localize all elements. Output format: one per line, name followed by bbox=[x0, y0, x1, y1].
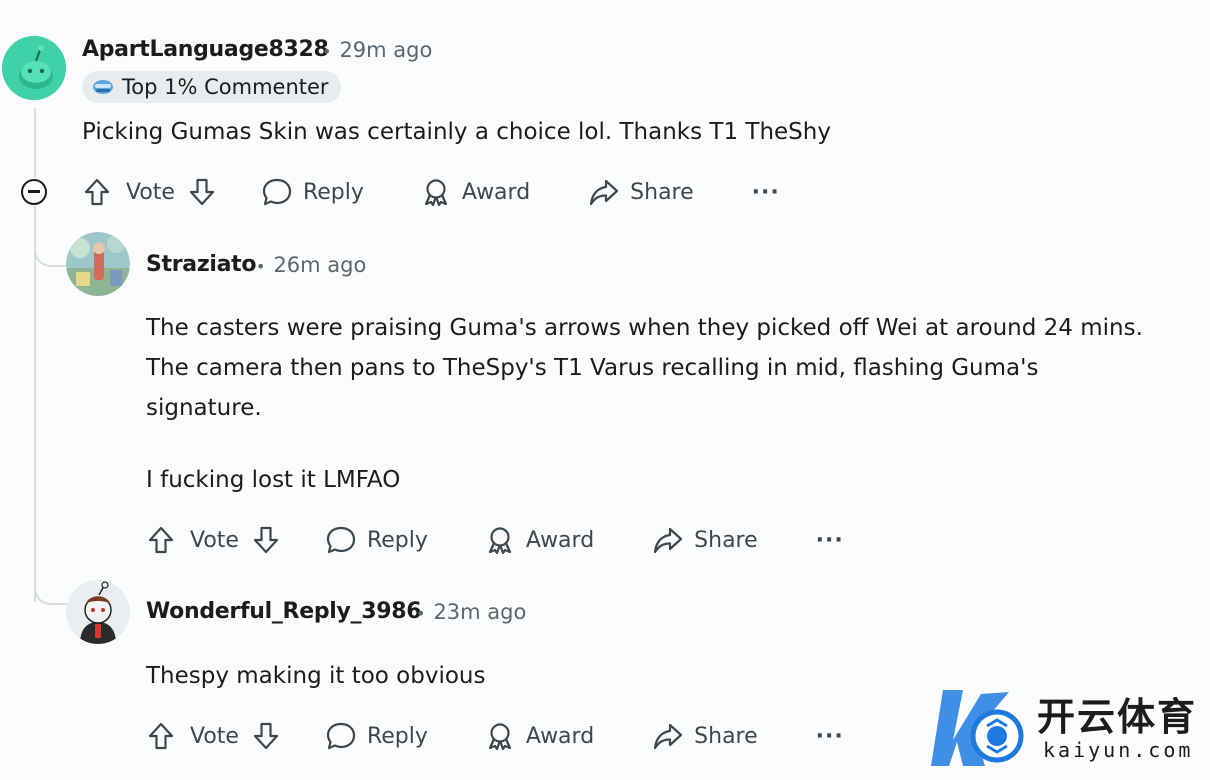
award-button[interactable]: Award bbox=[420, 177, 530, 207]
more-options-button[interactable]: ··· bbox=[816, 528, 844, 553]
comment-paragraph: Thespy making it too obvious bbox=[146, 663, 486, 689]
award-button[interactable]: Award bbox=[484, 721, 594, 751]
share-icon bbox=[590, 179, 619, 206]
separator-dot: • bbox=[256, 256, 266, 276]
comment-time: 23m ago bbox=[433, 600, 527, 624]
share-icon bbox=[654, 723, 683, 750]
comment-paragraph: The casters were praising Guma's arrows … bbox=[146, 315, 1143, 421]
watermark-cn-text: 开云体育 bbox=[1037, 695, 1198, 739]
downvote-button[interactable] bbox=[251, 721, 281, 751]
snoo-avatar-icon bbox=[2, 36, 66, 100]
comment-actions: Vote Reply Award Share ··· bbox=[146, 716, 844, 756]
arrow-up-icon bbox=[148, 722, 174, 750]
arrow-down-icon bbox=[189, 178, 215, 206]
user-photo-icon bbox=[66, 232, 130, 296]
downvote-button[interactable] bbox=[187, 177, 217, 207]
comment-timestamp: • 26m ago bbox=[250, 253, 366, 277]
upvote-button[interactable] bbox=[146, 721, 176, 751]
comment-body: Picking Gumas Skin was certainly a choic… bbox=[82, 112, 1142, 152]
share-icon bbox=[654, 527, 683, 554]
comment-time: 26m ago bbox=[273, 253, 367, 277]
thread-branch-1 bbox=[34, 220, 70, 267]
comment-actions: Vote Reply Award Share ··· bbox=[82, 172, 780, 212]
share-button[interactable]: Share bbox=[588, 177, 694, 207]
more-options-button[interactable]: ··· bbox=[816, 724, 844, 749]
share-button[interactable]: Share bbox=[652, 525, 758, 555]
separator-dot: • bbox=[322, 41, 332, 61]
separator-dot: • bbox=[416, 603, 426, 623]
comment-timestamp: • 29m ago bbox=[316, 38, 432, 62]
flair-label: Top 1% Commenter bbox=[122, 75, 329, 99]
comment-paragraph: Picking Gumas Skin was certainly a choic… bbox=[82, 119, 831, 145]
speech-bubble-icon bbox=[326, 526, 356, 554]
kaiyun-logo-icon bbox=[931, 690, 1024, 766]
comment-timestamp: • 23m ago bbox=[410, 600, 526, 624]
award-button[interactable]: Award bbox=[484, 525, 594, 555]
comment-author[interactable]: ApartLanguage8328 bbox=[82, 37, 329, 62]
arrow-down-icon bbox=[253, 722, 279, 750]
reply-button[interactable]: Reply bbox=[325, 525, 428, 555]
thread-line-root bbox=[34, 108, 36, 178]
thread-branch-2 bbox=[34, 560, 70, 605]
comment-paragraph: I fucking lost it LMFAO bbox=[146, 467, 401, 493]
award-icon bbox=[488, 723, 512, 751]
reply-button[interactable]: Reply bbox=[261, 177, 364, 207]
upvote-button[interactable] bbox=[82, 177, 112, 207]
arrow-up-icon bbox=[148, 526, 174, 554]
arrow-up-icon bbox=[84, 178, 110, 206]
comment-actions: Vote Reply Award Share ··· bbox=[146, 520, 844, 560]
speech-bubble-icon bbox=[262, 178, 292, 206]
downvote-button[interactable] bbox=[251, 525, 281, 555]
avatar[interactable] bbox=[66, 580, 130, 644]
user-flair-badge: Top 1% Commenter bbox=[82, 71, 341, 103]
collapse-thread-button[interactable] bbox=[21, 179, 47, 205]
vote-count: Vote bbox=[126, 179, 175, 205]
vote-count: Vote bbox=[190, 723, 239, 749]
award-icon bbox=[424, 179, 448, 207]
speech-bubble-icon bbox=[326, 722, 356, 750]
avatar[interactable] bbox=[2, 36, 66, 100]
comment-author[interactable]: Straziato bbox=[146, 252, 256, 277]
reply-button[interactable]: Reply bbox=[325, 721, 428, 751]
upvote-button[interactable] bbox=[146, 525, 176, 555]
watermark-en-text: kaiyun.com bbox=[1043, 738, 1194, 762]
comment-time: 29m ago bbox=[339, 38, 433, 62]
comment-body: The casters were praising Guma's arrows … bbox=[146, 308, 1156, 500]
more-options-button[interactable]: ··· bbox=[752, 180, 780, 205]
comment-author[interactable]: Wonderful_Reply_3986 bbox=[146, 599, 422, 624]
snoo-avatar-icon bbox=[66, 580, 130, 644]
crowd-icon bbox=[93, 80, 113, 94]
share-button[interactable]: Share bbox=[652, 721, 758, 751]
watermark-logo: 开云体育 kaiyun.com bbox=[925, 680, 1205, 776]
avatar[interactable] bbox=[66, 232, 130, 296]
award-icon bbox=[488, 527, 512, 555]
arrow-down-icon bbox=[253, 526, 279, 554]
vote-count: Vote bbox=[190, 527, 239, 553]
comment-body: Thespy making it too obvious bbox=[146, 656, 906, 696]
